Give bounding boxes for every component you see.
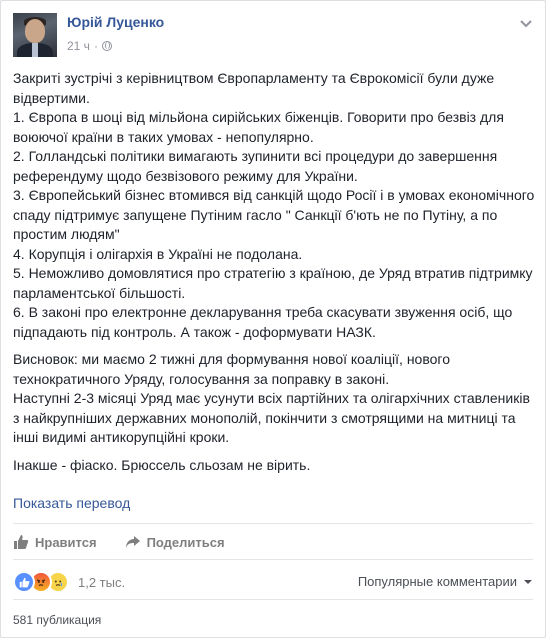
globe-icon	[101, 41, 112, 51]
comment-sort-dropdown[interactable]: Популярные комментарии	[358, 574, 533, 589]
comment-sort-label: Популярные комментарии	[357, 574, 517, 589]
post-paragraph: 5. Неможливо домовлятися про стратегію з…	[13, 265, 533, 301]
post-paragraph: Закриті зустрічі з керівництвом Європарл…	[13, 70, 495, 106]
author-name[interactable]: Юрій Луценко	[67, 14, 164, 30]
like-reaction-icon	[13, 571, 35, 593]
share-label: Поделиться	[146, 534, 225, 550]
show-translation-link[interactable]: Показать перевод	[13, 495, 130, 511]
post-paragraph: 2. Голландські політики вимагають зупини…	[13, 148, 498, 184]
divider	[13, 599, 533, 600]
reactions-summary[interactable]: 1,2 тыс.	[13, 571, 125, 593]
like-label: Нравится	[35, 534, 97, 550]
divider	[13, 523, 533, 524]
avatar[interactable]	[13, 13, 57, 57]
post-paragraph: 4. Корупція і олігархія в Україні не под…	[13, 245, 303, 262]
post-paragraph: 6. В законі про електронне декларування …	[13, 304, 513, 340]
post-time[interactable]: 21 ч	[67, 39, 90, 53]
shares-count[interactable]: 581 публикация	[13, 613, 101, 627]
post-meta: 21 ч ·	[67, 39, 112, 53]
post-paragraph: Інакше - фіаско. Брюссель сльозам не вір…	[13, 456, 311, 473]
action-bar: Нравится Поделиться	[13, 534, 225, 550]
post-header: Юрій Луценко 21 ч ·	[13, 13, 533, 57]
share-button[interactable]: Поделиться	[125, 534, 225, 550]
chevron-down-icon[interactable]	[519, 17, 533, 31]
post-card: Юрій Луценко 21 ч · Закриті зустрічі з к…	[0, 0, 546, 638]
like-button[interactable]: Нравится	[13, 534, 97, 550]
reaction-count[interactable]: 1,2 тыс.	[78, 575, 125, 590]
divider	[13, 559, 533, 560]
post-paragraph: 1. Європа в шоці від мільйона сирійських…	[13, 109, 504, 145]
post-paragraph: Наступні 2-3 місяці Уряд має усунути всі…	[13, 390, 530, 445]
caret-down-icon	[524, 579, 532, 584]
post-paragraph: 3. Європейський бізнес втомився від санк…	[13, 187, 535, 242]
post-body: Закриті зустрічі з керівництвом Європарл…	[13, 69, 535, 475]
post-paragraph: Висновок: ми маємо 2 тижні для формуванн…	[13, 351, 450, 387]
thumbs-up-icon	[14, 535, 29, 549]
share-icon	[125, 536, 140, 548]
